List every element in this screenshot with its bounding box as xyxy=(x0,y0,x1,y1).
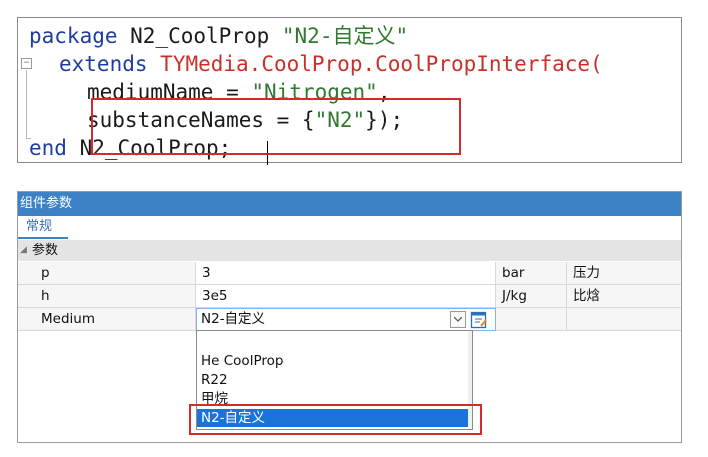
code-line-1: package N2_CoolProp "N2-自定义" xyxy=(29,22,408,50)
group-label: 参数 xyxy=(32,243,59,258)
param-unit: J/kg xyxy=(496,285,567,308)
extends-type: TYMedia.CoolProp.CoolPropInterface( xyxy=(160,52,603,76)
param-unit: bar xyxy=(496,262,567,285)
param-name: Medium xyxy=(18,308,196,331)
param-row-h[interactable]: h 3e5 J/kg 比焓 xyxy=(18,285,681,308)
param-name: p xyxy=(18,262,196,285)
group-header-parameters[interactable]: ◢ 参数 xyxy=(18,240,681,261)
param-name: h xyxy=(18,285,196,308)
expand-triangle-icon[interactable]: ◢ xyxy=(20,240,27,261)
edit-icon[interactable] xyxy=(470,310,488,329)
dropdown-option[interactable]: He CoolProp xyxy=(197,352,470,370)
param-value-input[interactable]: 3 xyxy=(196,262,496,285)
keyword-extends: extends xyxy=(59,52,148,76)
dropdown-option[interactable]: R22 xyxy=(197,371,470,389)
package-name: N2_CoolProp xyxy=(117,24,282,48)
tab-underline xyxy=(18,237,68,239)
keyword-end: end xyxy=(29,136,67,160)
code-editor[interactable]: − package N2_CoolProp "N2-自定义" extends T… xyxy=(17,17,682,165)
param-description xyxy=(567,308,681,331)
param-description: 压力 xyxy=(567,262,681,285)
package-description: "N2-自定义" xyxy=(281,24,409,48)
param-description: 比焓 xyxy=(567,285,681,308)
param-row-medium[interactable]: Medium N2-自定义 xyxy=(18,308,681,331)
medium-select-value: N2-自定义 xyxy=(201,311,266,327)
code-text: package N2_CoolProp "N2-自定义" extends TYM… xyxy=(18,18,603,214)
medium-select[interactable]: N2-自定义 xyxy=(196,308,496,331)
selection-highlight-box xyxy=(189,404,482,435)
chevron-down-icon[interactable] xyxy=(450,311,466,328)
param-row-p[interactable]: p 3 bar 压力 xyxy=(18,262,681,285)
param-value-input[interactable]: 3e5 xyxy=(196,285,496,308)
param-unit xyxy=(496,308,567,331)
code-highlight-box xyxy=(91,98,461,155)
tab-general[interactable]: 常规 xyxy=(26,218,52,236)
panel-title: 组件参数 xyxy=(18,192,681,216)
code-line-2: extends TYMedia.CoolProp.CoolPropInterfa… xyxy=(59,50,603,78)
keyword-package: package xyxy=(29,24,118,48)
